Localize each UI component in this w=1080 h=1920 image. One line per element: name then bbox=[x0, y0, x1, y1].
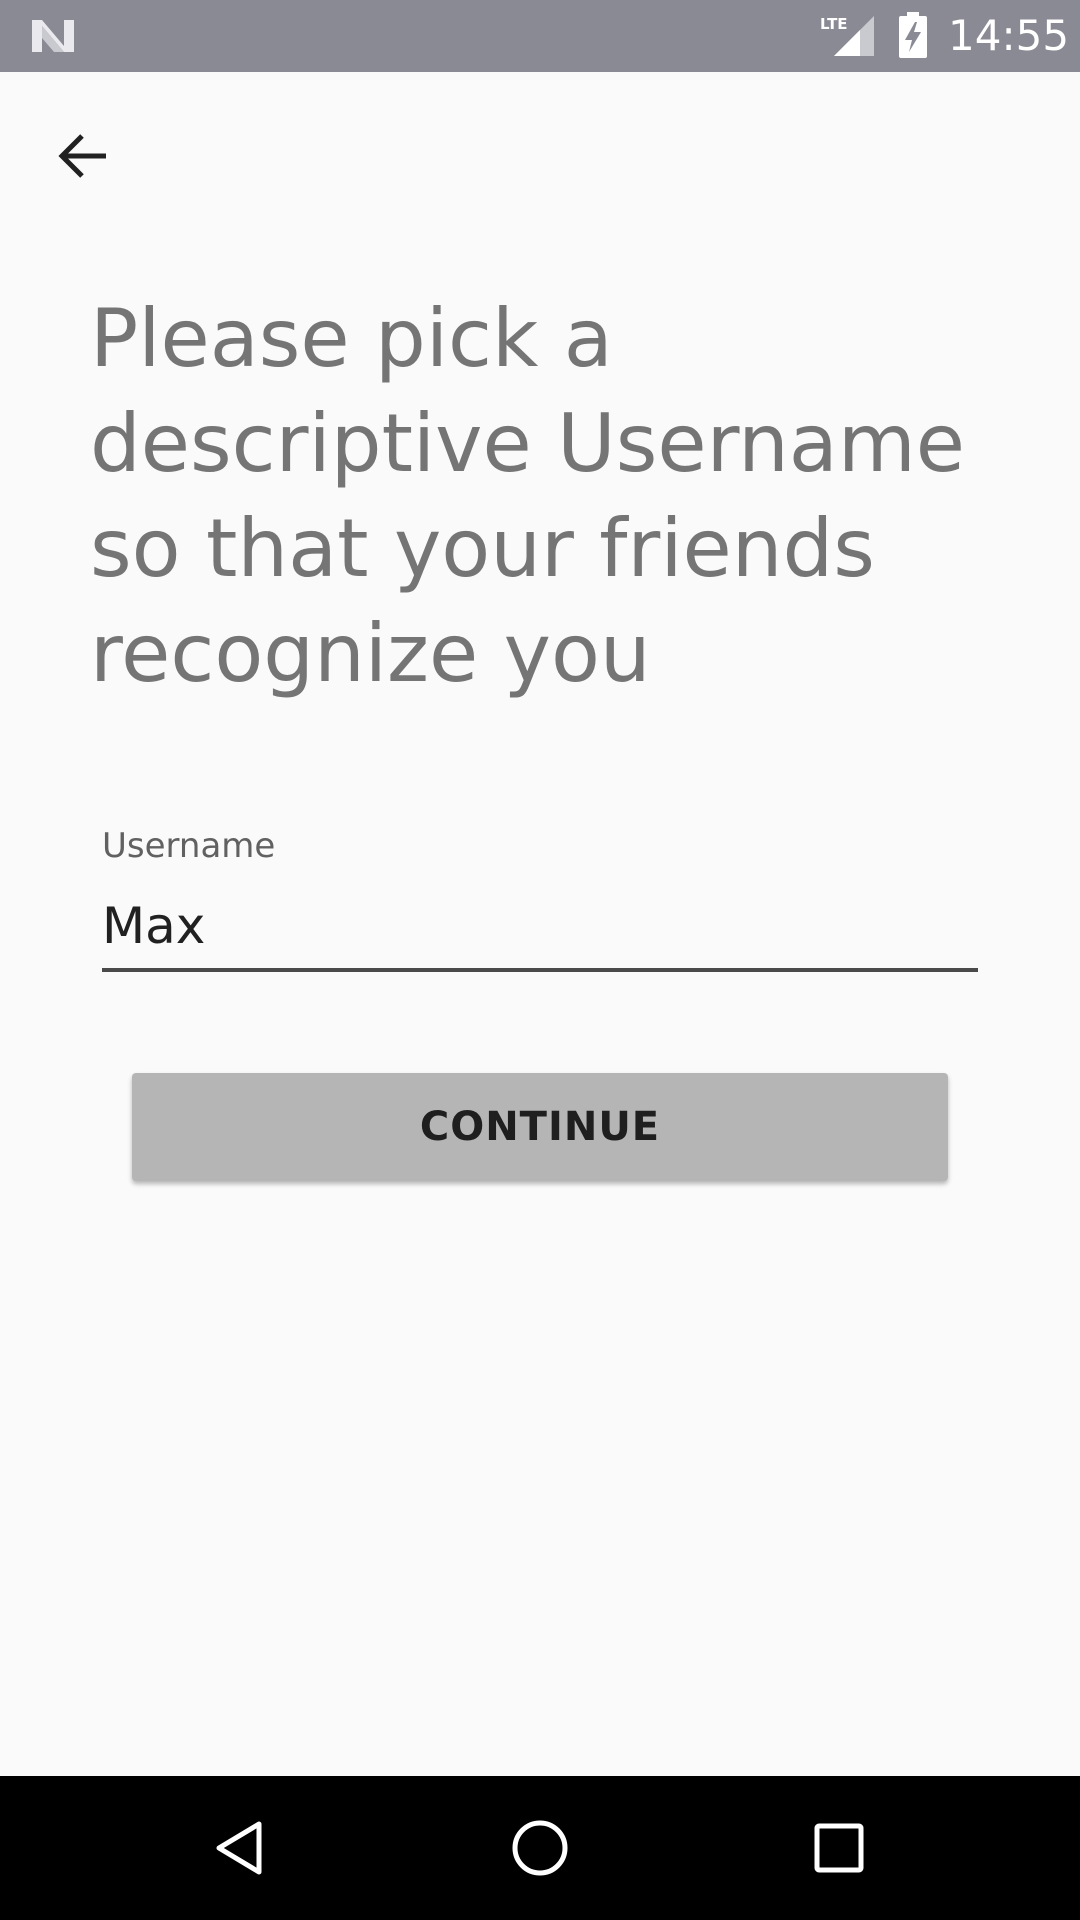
nav-back-button[interactable] bbox=[183, 1790, 299, 1906]
android-n-icon bbox=[32, 20, 74, 52]
arrow-back-icon bbox=[58, 134, 106, 178]
continue-button[interactable]: CONTINUE bbox=[132, 1073, 948, 1181]
nav-back-icon bbox=[216, 1821, 262, 1875]
lte-label: LTE bbox=[820, 15, 848, 33]
nav-home-button[interactable] bbox=[482, 1790, 598, 1906]
navigation-bar bbox=[0, 1776, 1080, 1920]
back-button[interactable] bbox=[44, 116, 124, 196]
nav-home-icon bbox=[512, 1820, 568, 1876]
nav-recents-icon bbox=[814, 1823, 864, 1873]
page-title: Please pick a descriptive Username so th… bbox=[90, 292, 965, 700]
battery-charging-icon bbox=[899, 12, 927, 58]
nav-recents-button[interactable] bbox=[781, 1790, 897, 1906]
status-time: 14:55 bbox=[948, 11, 1070, 60]
username-input[interactable] bbox=[102, 894, 978, 958]
username-label: Username bbox=[102, 826, 276, 866]
username-underline bbox=[102, 968, 978, 972]
status-bar: LTE 14:55 bbox=[0, 0, 1080, 72]
lte-signal-icon: LTE bbox=[820, 15, 874, 56]
